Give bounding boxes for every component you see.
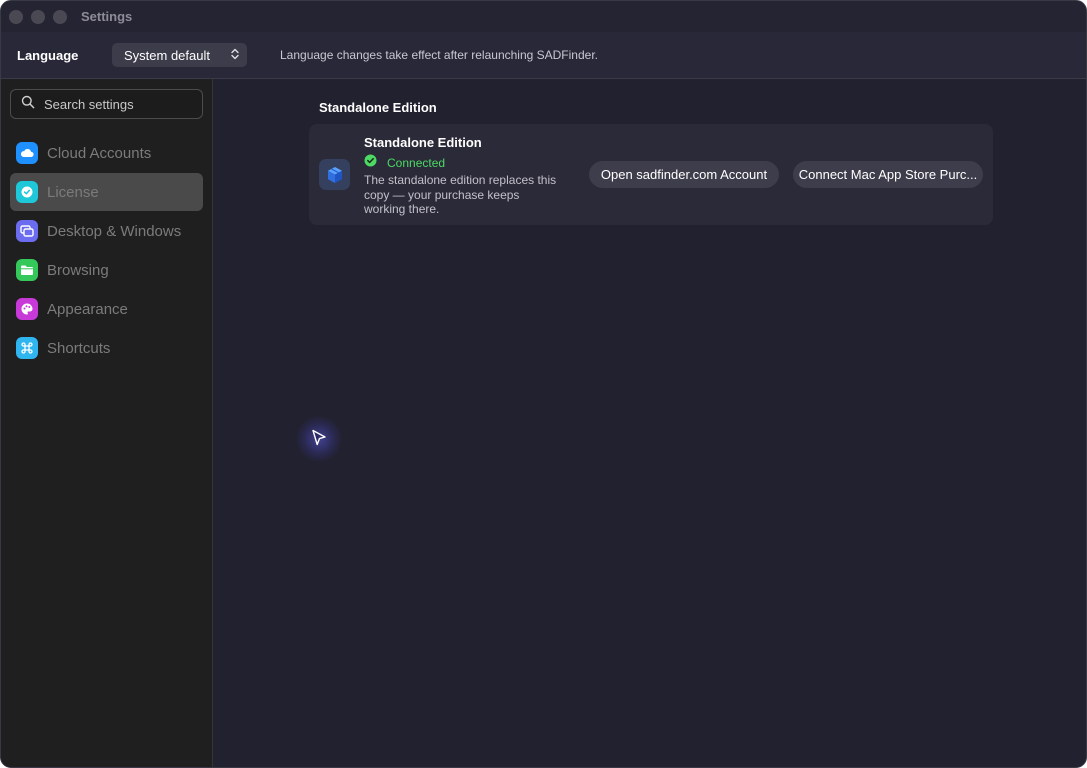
search-icon xyxy=(21,95,35,114)
open-account-button[interactable]: Open sadfinder.com Account xyxy=(589,161,779,188)
sidebar-item-license[interactable]: License xyxy=(10,173,203,211)
window-controls xyxy=(9,9,67,24)
sidebar-item-desktop-windows[interactable]: Desktop & Windows xyxy=(10,212,203,250)
language-select-value: System default xyxy=(124,47,210,63)
checkmark-seal-icon xyxy=(16,181,38,203)
settings-window: Settings Language System default Languag… xyxy=(0,0,1087,768)
sidebar-item-label: Appearance xyxy=(47,300,128,318)
standalone-edition-card: Standalone Edition Connected The standal… xyxy=(309,124,993,225)
connection-status: Connected xyxy=(364,154,445,172)
sidebar-item-label: Shortcuts xyxy=(47,339,111,357)
sidebar-item-label: Cloud Accounts xyxy=(47,144,152,162)
cube-icon xyxy=(319,159,350,190)
language-bar: Language System default Language changes… xyxy=(1,32,1086,79)
window-title: Settings xyxy=(81,9,133,24)
folder-icon xyxy=(16,259,38,281)
sidebar-item-cloud-accounts[interactable]: Cloud Accounts xyxy=(10,134,203,172)
sidebar-item-browsing[interactable]: Browsing xyxy=(10,251,203,289)
zoom-window-button[interactable] xyxy=(53,9,67,24)
status-text: Connected xyxy=(387,156,446,170)
search-placeholder: Search settings xyxy=(44,96,134,112)
language-note: Language changes take effect after relau… xyxy=(280,48,598,62)
search-input[interactable]: Search settings xyxy=(10,89,203,119)
chevron-updown-icon xyxy=(231,48,239,63)
sidebar-item-label: License xyxy=(47,183,99,201)
sidebar-item-shortcuts[interactable]: Shortcuts xyxy=(10,329,203,367)
sidebar: Search settings Cloud Accounts License D… xyxy=(1,79,213,767)
cloud-icon xyxy=(16,142,38,164)
close-window-button[interactable] xyxy=(9,9,23,24)
card-description: The standalone edition replaces this cop… xyxy=(364,173,557,216)
title-bar: Settings xyxy=(1,1,1086,32)
command-icon xyxy=(16,337,38,359)
sidebar-item-appearance[interactable]: Appearance xyxy=(10,290,203,328)
palette-icon xyxy=(16,298,38,320)
language-label: Language xyxy=(17,47,79,63)
sidebar-item-label: Desktop & Windows xyxy=(47,222,182,240)
sidebar-item-label: Browsing xyxy=(47,261,109,279)
checkmark-circle-icon xyxy=(364,154,377,172)
sidebar-nav: Cloud Accounts License Desktop & Windows… xyxy=(10,134,203,368)
card-title: Standalone Edition xyxy=(364,135,482,150)
section-title: Standalone Edition xyxy=(319,100,437,115)
connect-app-store-button[interactable]: Connect Mac App Store Purc... xyxy=(793,161,983,188)
windows-icon xyxy=(16,220,38,242)
minimize-window-button[interactable] xyxy=(31,9,45,24)
language-select[interactable]: System default xyxy=(112,43,247,67)
license-pane: Standalone Edition Standalone Edition Co… xyxy=(214,79,1086,767)
pointer-cursor-icon xyxy=(311,429,327,447)
